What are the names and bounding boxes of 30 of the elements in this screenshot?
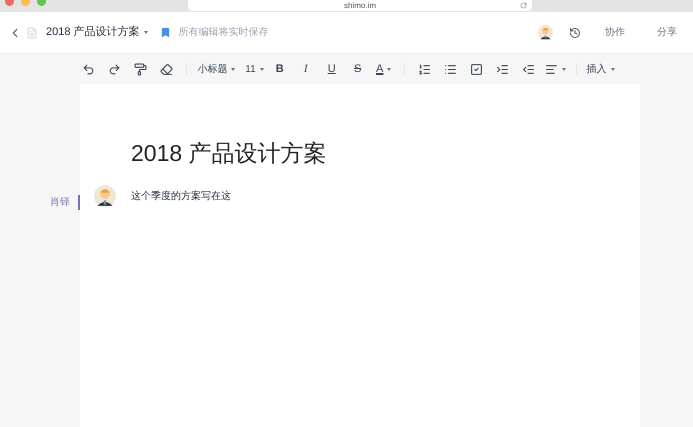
caret-icon <box>231 68 236 70</box>
font-size-dropdown[interactable]: 11 <box>245 62 264 76</box>
header-button[interactable]: 分享 <box>649 25 685 40</box>
format-button[interactable]: U <box>322 59 342 79</box>
style-dropdown[interactable]: 小标题 <box>197 62 236 76</box>
bookmark-icon[interactable] <box>160 27 171 38</box>
format-button[interactable]: S <box>348 59 368 79</box>
save-status: 所有编辑将实时保存 <box>178 26 269 40</box>
history-icon[interactable] <box>569 26 581 38</box>
format-button[interactable]: I <box>296 59 316 79</box>
format-button[interactable]: A <box>374 59 394 79</box>
caret-icon <box>387 68 392 70</box>
caret-icon <box>260 68 264 70</box>
paragraph-text: 这个季度的方案写在这 <box>131 190 231 204</box>
author-marker <box>78 194 80 210</box>
author-label: 肖铎 <box>50 196 70 210</box>
document-icon <box>26 26 38 38</box>
reload-icon[interactable] <box>520 2 527 9</box>
insert-dropdown[interactable]: 插入 <box>586 62 615 76</box>
avatar-icon <box>538 25 553 40</box>
caret-icon <box>610 68 615 70</box>
align-dropdown[interactable] <box>544 62 566 76</box>
document-title: 2018 产品设计方案 <box>131 142 328 165</box>
caret-icon <box>144 31 148 34</box>
header-button[interactable]: 协作 <box>597 25 633 40</box>
format-button[interactable]: B <box>270 59 290 79</box>
avatar-icon <box>94 185 116 207</box>
caret-icon <box>562 68 566 70</box>
document-title-menu[interactable]: 2018 产品设计方案 <box>46 24 148 41</box>
address-field[interactable]: shimo.im <box>188 0 532 11</box>
